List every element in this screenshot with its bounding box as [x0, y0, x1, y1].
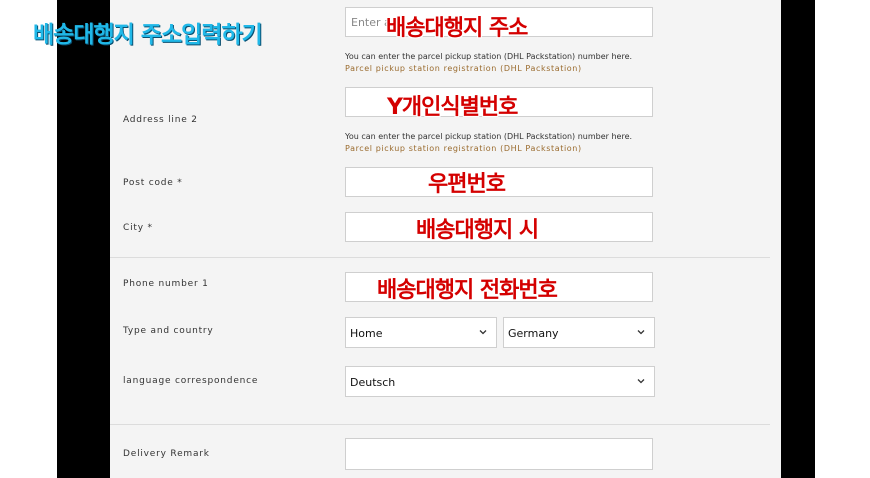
delivery-remark-input[interactable]	[345, 438, 653, 470]
annotation-city: 배송대행지 시	[416, 218, 539, 243]
postcode-label: Post code *	[123, 178, 183, 188]
address1-hint: You can enter the parcel pickup station …	[345, 52, 633, 61]
overlay-title: 배송대행지 주소입력하기	[33, 22, 263, 48]
phone-label: Phone number 1	[123, 279, 209, 289]
language-label: language correspondence	[123, 376, 259, 386]
phone-country-select[interactable]: Germany	[503, 317, 655, 348]
address1-packstation-link[interactable]: Parcel pickup station registration (DHL …	[345, 64, 582, 73]
section-divider	[110, 424, 770, 425]
address-form: e Enter a You can enter the parcel picku…	[104, 0, 781, 478]
language-value: Deutsch	[350, 376, 396, 389]
chevron-down-icon	[637, 379, 645, 384]
type-country-label: Type and country	[123, 326, 214, 336]
left-margin	[0, 0, 57, 478]
right-margin	[815, 0, 870, 478]
annotation-phone: 배송대행지 전화번호	[377, 278, 558, 303]
phone-type-value: Home	[350, 327, 383, 340]
chevron-down-icon	[637, 330, 645, 335]
address2-label: Address line 2	[123, 115, 198, 125]
city-label: City *	[123, 223, 153, 233]
chevron-down-icon	[479, 330, 487, 335]
annotation-personal-id: Y개인식별번호	[387, 95, 518, 120]
address2-packstation-link[interactable]: Parcel pickup station registration (DHL …	[345, 144, 582, 153]
delivery-remark-label: Delivery Remark	[123, 449, 210, 459]
language-select[interactable]: Deutsch	[345, 366, 655, 397]
address2-hint: You can enter the parcel pickup station …	[345, 132, 633, 141]
address1-placeholder: Enter a	[351, 16, 391, 29]
phone-country-value: Germany	[508, 327, 559, 340]
annotation-address: 배송대행지 주소	[386, 16, 528, 41]
section-divider	[110, 257, 770, 258]
annotation-postcode: 우편번호	[428, 172, 506, 197]
phone-type-select[interactable]: Home	[345, 317, 497, 348]
